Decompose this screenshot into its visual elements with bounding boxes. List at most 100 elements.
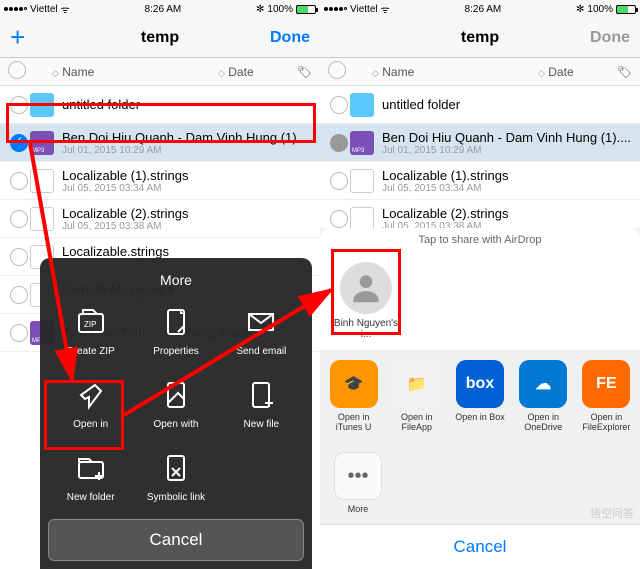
row-check[interactable]: [10, 210, 28, 228]
done-button[interactable]: Done: [580, 29, 630, 47]
share-app[interactable]: FEOpen in FileExplorer: [579, 360, 634, 432]
app-icon: 🎓: [330, 360, 378, 408]
more-item-symbolic-link[interactable]: Symbolic link: [133, 440, 218, 513]
airdrop-contact[interactable]: Binh Nguyen's i...: [330, 262, 402, 340]
nav-title: temp: [461, 29, 499, 47]
app-label: Open in Box: [455, 412, 505, 422]
file-row[interactable]: Localizable (1).stringsJul 05, 2015 03:3…: [0, 162, 320, 200]
file-row[interactable]: Localizable (2).stringsJul 05, 2015 03:3…: [0, 200, 320, 238]
row-check[interactable]: [330, 210, 348, 228]
add-button[interactable]: +: [10, 22, 60, 53]
file-row[interactable]: untitled folder: [0, 86, 320, 124]
more-item-label: Open with: [153, 419, 198, 430]
more-item-new-file[interactable]: New file: [219, 367, 304, 440]
app-label: Open in FileApp: [389, 412, 444, 432]
file-row[interactable]: untitled folder: [320, 86, 640, 124]
file-row[interactable]: Localizable (1).stringsJul 05, 2015 03:3…: [320, 162, 640, 200]
battery-icon: [296, 5, 316, 14]
airdrop-hint: Tap to share with AirDrop: [320, 228, 640, 252]
tag-icon[interactable]: 🏷: [608, 65, 632, 79]
app-icon: 📁: [393, 360, 441, 408]
row-check[interactable]: [330, 172, 348, 190]
status-bar: Viettel ᯤ 8:26 AM ✻ 100%: [0, 0, 320, 18]
more-item-properties[interactable]: Properties: [133, 294, 218, 367]
nav-title: temp: [141, 29, 179, 47]
share-app[interactable]: box Open in Box: [452, 360, 507, 432]
svg-text:ZIP: ZIP: [84, 320, 96, 329]
list-header: ◇ Name ◇ Date 🏷: [320, 58, 640, 86]
list-header: ◇ Name ◇ Date 🏷: [0, 58, 320, 86]
more-item-open-in[interactable]: Open in: [48, 367, 133, 440]
more-item-label: Properties: [153, 346, 199, 357]
app-icon: ☁: [519, 360, 567, 408]
row-check[interactable]: [10, 286, 28, 304]
more-item-send-email[interactable]: Send email: [219, 294, 304, 367]
file-type-icon: [30, 169, 54, 193]
share-app[interactable]: ☁Open in OneDrive: [516, 360, 571, 432]
wifi-icon: ᯤ: [381, 2, 390, 16]
row-check[interactable]: [10, 324, 28, 342]
screen-left: Viettel ᯤ 8:26 AM ✻ 100% + temp Done ◇ N…: [0, 0, 320, 569]
row-check[interactable]: [10, 134, 28, 152]
app-label: Open in iTunes U: [326, 412, 381, 432]
carrier-label: Viettel: [350, 4, 378, 15]
file-type-icon: [350, 207, 374, 231]
share-action-more[interactable]: ••• More: [330, 452, 386, 514]
file-type-icon: [350, 131, 374, 155]
row-check[interactable]: [10, 248, 28, 266]
app-icon: box: [456, 360, 504, 408]
file-type-icon: [30, 131, 54, 155]
carrier-label: Viettel: [30, 4, 58, 15]
more-item-label: Create ZIP: [66, 346, 114, 357]
tag-icon[interactable]: 🏷: [288, 65, 312, 79]
more-item-label: Open in: [73, 419, 108, 430]
file-name: untitled folder: [62, 97, 312, 112]
clock: 8:26 AM: [465, 4, 502, 15]
file-date: Jul 01, 2015 10:29 AM: [62, 145, 312, 156]
row-check[interactable]: [330, 96, 348, 114]
col-name[interactable]: Name: [62, 65, 94, 79]
more-item-label: New folder: [67, 492, 115, 503]
file-type-icon: [350, 93, 374, 117]
battery-pct: 100%: [267, 4, 293, 15]
share-app-row: 🎓 Open in iTunes U 📁 Open in FileApp box Open…: [320, 350, 640, 442]
airdrop-row: Binh Nguyen's i...: [320, 252, 640, 350]
signal-dots: [324, 7, 347, 11]
file-row[interactable]: Ben Doi Hiu Quanh - Dam Vinh Hung (1)...…: [320, 124, 640, 162]
col-date[interactable]: Date: [548, 65, 573, 79]
file-name: untitled folder: [382, 97, 632, 112]
more-icon: •••: [334, 452, 382, 500]
nav-bar: temp Done: [320, 18, 640, 58]
file-date: Jul 05, 2015 03:34 AM: [382, 183, 632, 194]
more-item-create-zip[interactable]: ZIP Create ZIP: [48, 294, 133, 367]
file-type-icon: [350, 169, 374, 193]
file-row[interactable]: Ben Doi Hiu Quanh - Dam Vinh Hung (1)...…: [0, 124, 320, 162]
more-item-open-with[interactable]: Open with: [133, 367, 218, 440]
file-name: Localizable (1).strings: [382, 168, 632, 183]
airdrop-name: Binh Nguyen's i...: [330, 318, 402, 340]
nav-bar: + temp Done: [0, 18, 320, 58]
more-item-new-folder[interactable]: New folder: [48, 440, 133, 513]
signal-dots: [4, 7, 27, 11]
select-all-check[interactable]: [328, 61, 346, 79]
screen-right: Viettel ᯤ 8:26 AM ✻ 100% temp Done ◇ Nam…: [320, 0, 640, 569]
select-all-check[interactable]: [8, 61, 26, 79]
action-label: More: [348, 504, 369, 514]
app-label: Open in FileExplorer: [579, 412, 634, 432]
share-cancel-button[interactable]: Cancel: [320, 524, 640, 569]
col-date[interactable]: Date: [228, 65, 253, 79]
share-app[interactable]: 🎓 Open in iTunes U: [326, 360, 381, 432]
done-button[interactable]: Done: [260, 29, 310, 47]
more-cancel-button[interactable]: Cancel: [48, 519, 304, 561]
share-app[interactable]: 📁 Open in FileApp: [389, 360, 444, 432]
row-check[interactable]: [10, 172, 28, 190]
file-type-icon: [30, 93, 54, 117]
wifi-icon: ᯤ: [61, 2, 70, 16]
file-name: Ben Doi Hiu Quanh - Dam Vinh Hung (1)...…: [382, 130, 632, 145]
col-name[interactable]: Name: [382, 65, 414, 79]
more-grid: ZIP Create ZIP Properties Send email Open in…: [48, 294, 304, 513]
row-check[interactable]: [330, 134, 348, 152]
row-check[interactable]: [10, 96, 28, 114]
file-name: Localizable (2).strings: [62, 206, 312, 221]
bt-icon: ✻: [256, 4, 264, 15]
